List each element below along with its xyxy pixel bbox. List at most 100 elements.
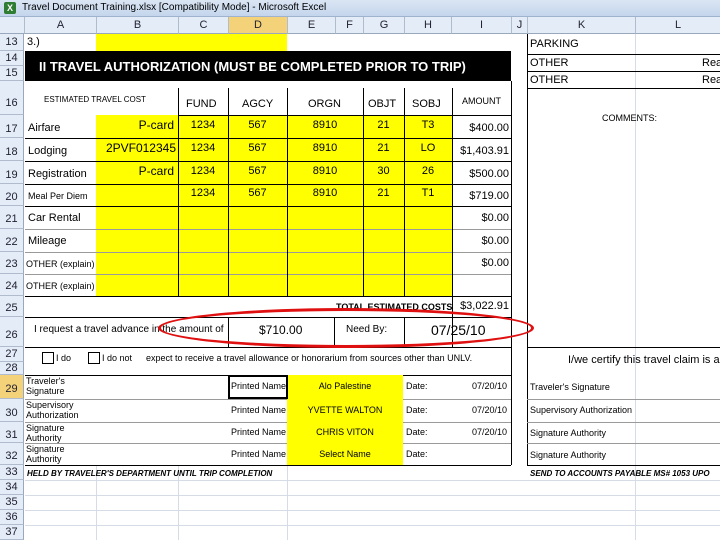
row-header-35[interactable]: 35 <box>0 495 24 510</box>
sig1-date-value[interactable]: 07/20/10 <box>452 381 507 391</box>
row-header-33[interactable]: 33 <box>0 465 24 480</box>
column-header-f[interactable]: F <box>336 17 364 34</box>
line-lodging-sobj[interactable]: LO <box>404 142 452 154</box>
sig2-date-value[interactable]: 07/20/10 <box>452 405 507 415</box>
line-lodging-fund[interactable]: 1234 <box>178 142 228 154</box>
row-header-17[interactable]: 17 <box>0 115 24 138</box>
line-mileage-amount: $0.00 <box>481 235 509 247</box>
row-header-26[interactable]: 26 <box>0 317 24 347</box>
row13-yellow-input[interactable] <box>96 34 287 51</box>
column-header-k[interactable]: K <box>528 17 636 34</box>
line-registration-method[interactable]: P-card <box>100 164 174 178</box>
do-not-label: I do not <box>102 353 133 363</box>
sig3-printed-label: Printed Name <box>231 427 287 437</box>
row-header-25[interactable]: 25 <box>0 296 24 317</box>
line-meal-agcy[interactable]: 567 <box>228 187 287 199</box>
header-sobj: SOBJ <box>412 98 441 110</box>
column-header-d[interactable]: D <box>229 17 288 34</box>
sig3-date-value[interactable]: 07/20/10 <box>452 427 507 437</box>
sig4-printed-label: Printed Name <box>231 449 287 459</box>
sig3-label: Signature Authority <box>26 423 65 443</box>
row-header-19[interactable]: 19 <box>0 161 24 184</box>
section-header: II TRAVEL AUTHORIZATION (MUST BE COMPLET… <box>25 51 511 81</box>
line-airfare-label: Airfare <box>28 122 61 134</box>
sig1-printed-name-cell[interactable]: Alo Palestine <box>287 375 403 399</box>
line-car-rental-label: Car Rental <box>28 212 81 224</box>
held-note: HELD BY TRAVELER'S DEPARTMENT UNTIL TRIP… <box>27 469 273 478</box>
line-registration-orgn[interactable]: 8910 <box>287 165 363 177</box>
active-cell-selection[interactable] <box>228 375 288 399</box>
row-header-21[interactable]: 21 <box>0 206 24 229</box>
line-registration-objt[interactable]: 30 <box>363 165 404 177</box>
account-codes-block-lower[interactable] <box>178 184 452 296</box>
do-not-checkbox[interactable] <box>88 352 100 364</box>
sig1-date-label: Date: <box>406 381 428 391</box>
line-registration-agcy[interactable]: 567 <box>228 165 287 177</box>
line-airfare-objt[interactable]: 21 <box>363 119 404 131</box>
line-registration-fund[interactable]: 1234 <box>178 165 228 177</box>
column-header-e[interactable]: E <box>288 17 336 34</box>
header-amount: AMOUNT <box>462 96 501 106</box>
sig4-date-label: Date: <box>406 449 428 459</box>
highlight-oval <box>158 308 534 348</box>
row-header-34[interactable]: 34 <box>0 480 24 495</box>
column-header-h[interactable]: H <box>405 17 452 34</box>
row-header-15[interactable]: 15 <box>0 66 24 81</box>
line-airfare-sobj[interactable]: T3 <box>404 119 452 131</box>
sig4-label: Signature Authority <box>26 444 65 464</box>
row-header-36[interactable]: 36 <box>0 510 24 525</box>
do-checkbox[interactable] <box>42 352 54 364</box>
other2-reason: Rea <box>702 74 720 86</box>
sig2-date-label: Date: <box>406 405 428 415</box>
column-header-j[interactable]: J <box>512 17 528 34</box>
column-header-b[interactable]: B <box>97 17 179 34</box>
header-orgn: ORGN <box>308 98 341 110</box>
sig3-printed-value[interactable]: CHRIS VITON <box>287 427 403 437</box>
line-meal-sobj[interactable]: T1 <box>404 187 452 199</box>
window-title: Travel Document Training.xlsx [Compatibi… <box>22 2 327 13</box>
line-airfare-orgn[interactable]: 8910 <box>287 119 363 131</box>
sig3-date-label: Date: <box>406 427 428 437</box>
row-header-27[interactable]: 27 <box>0 347 24 362</box>
row-header-28[interactable]: 28 <box>0 362 24 375</box>
row-header-37[interactable]: 37 <box>0 525 24 540</box>
line-lodging-objt[interactable]: 21 <box>363 142 404 154</box>
column-header-i[interactable]: I <box>452 17 512 34</box>
line-other1-label: OTHER (explain) <box>26 259 95 269</box>
row-header-13[interactable]: 13 <box>0 34 24 51</box>
row-header-23[interactable]: 23 <box>0 252 24 274</box>
row-header-29[interactable]: 29 <box>0 375 24 399</box>
column-header-a[interactable]: A <box>25 17 97 34</box>
line-meal-amount: $719.00 <box>469 190 509 202</box>
line-other1-amount: $0.00 <box>481 257 509 269</box>
line-meal-orgn[interactable]: 8910 <box>287 187 363 199</box>
parking-label: PARKING <box>530 38 579 50</box>
row-header-20[interactable]: 20 <box>0 184 24 206</box>
row-header-16[interactable]: 16 <box>0 81 24 115</box>
line-airfare-agcy[interactable]: 567 <box>228 119 287 131</box>
line-meal-fund[interactable]: 1234 <box>178 187 228 199</box>
line-airfare-method[interactable]: P-card <box>100 118 174 132</box>
row-header-32[interactable]: 32 <box>0 443 24 465</box>
line-lodging-agcy[interactable]: 567 <box>228 142 287 154</box>
line-meal-objt[interactable]: 21 <box>363 187 404 199</box>
column-header-l[interactable]: L <box>636 17 720 34</box>
line-lodging-orgn[interactable]: 8910 <box>287 142 363 154</box>
row-header-31[interactable]: 31 <box>0 422 24 443</box>
column-header-g[interactable]: G <box>364 17 405 34</box>
line-lodging-method[interactable]: 2PVF012345 <box>98 141 176 155</box>
row-header-30[interactable]: 30 <box>0 399 24 422</box>
sig2-printed-value[interactable]: YVETTE WALTON <box>287 405 403 415</box>
row-header-24[interactable]: 24 <box>0 274 24 296</box>
row-header-22[interactable]: 22 <box>0 229 24 252</box>
row-header-18[interactable]: 18 <box>0 138 24 161</box>
row-header-14[interactable]: 14 <box>0 51 24 66</box>
excel-icon[interactable]: X <box>4 2 16 14</box>
line-airfare-fund[interactable]: 1234 <box>178 119 228 131</box>
line-car-rental-amount: $0.00 <box>481 212 509 224</box>
select-all-corner[interactable] <box>0 17 25 34</box>
line-registration-sobj[interactable]: 26 <box>404 165 452 177</box>
sig4-printed-value[interactable]: Select Name <box>287 449 403 459</box>
total-value: $3,022.91 <box>460 300 509 312</box>
column-header-c[interactable]: C <box>179 17 229 34</box>
